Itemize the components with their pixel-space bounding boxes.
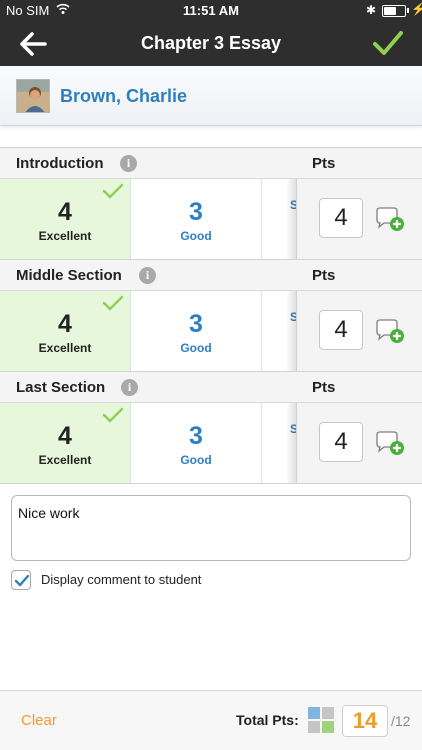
total-points-max: /12 [391, 713, 411, 729]
rubric: Introduction i Pts 4 Excellent 3 Good S … [0, 147, 422, 485]
level-score: 3 [189, 422, 203, 450]
criterion-middle-section: Middle Section i Pts 4 Excellent 3 Good … [0, 260, 422, 372]
add-comment-icon[interactable] [375, 431, 405, 457]
total-points-value: 14 [342, 705, 388, 737]
points-input[interactable]: 4 [319, 198, 363, 238]
level-excellent[interactable]: 4 Excellent [0, 403, 131, 483]
scroll-shadow [286, 403, 296, 483]
level-score: 4 [58, 422, 72, 450]
selected-check-icon [102, 183, 124, 199]
info-icon[interactable]: i [121, 379, 138, 396]
level-good[interactable]: 3 Good [131, 403, 262, 483]
battery-tip [407, 8, 409, 13]
total-pts-label: Total Pts: [236, 712, 299, 728]
level-label: Good [180, 229, 212, 243]
criterion-title: Last Section [16, 379, 106, 396]
criterion-header: Last Section i Pts [0, 372, 422, 403]
points-cell: 4 [296, 179, 422, 259]
display-comment-label: Display comment to student [41, 572, 202, 587]
level-label: Excellent [38, 229, 92, 243]
avatar-photo-icon [17, 80, 49, 112]
level-good[interactable]: 3 Good [131, 291, 262, 371]
level-excellent[interactable]: 4 Excellent [0, 179, 131, 259]
selected-check-icon [102, 407, 124, 423]
level-good[interactable]: 3 Good [131, 179, 262, 259]
scroll-shadow [286, 291, 296, 371]
level-label: Excellent [38, 453, 92, 467]
charging-bolt-icon: ⚡ [411, 2, 422, 16]
level-score: 4 [58, 310, 72, 338]
level-score: 3 [189, 198, 203, 226]
criterion-levels: 4 Excellent 3 Good S 4 [0, 403, 422, 484]
clear-button[interactable]: Clear [21, 712, 57, 729]
points-input[interactable]: 4 [319, 422, 363, 462]
checkmark-icon[interactable] [372, 28, 404, 58]
points-input[interactable]: 4 [319, 310, 363, 350]
criterion-last-section: Last Section i Pts 4 Excellent 3 Good S … [0, 372, 422, 484]
level-label: Good [180, 453, 212, 467]
criterion-levels: 4 Excellent 3 Good S 4 [0, 291, 422, 372]
display-comment-checkbox[interactable] [11, 570, 31, 590]
selected-check-icon [102, 295, 124, 311]
criterion-header: Introduction i Pts [0, 148, 422, 179]
footer-bar: Clear Total Pts: 14 /12 [0, 690, 422, 750]
info-icon[interactable]: i [139, 267, 156, 284]
battery-icon [382, 5, 406, 17]
level-label: Excellent [38, 341, 92, 355]
level-excellent[interactable]: 4 Excellent [0, 291, 131, 371]
level-label: Good [180, 341, 212, 355]
pts-header: Pts [312, 379, 336, 396]
status-bar: No SIM 11:51 AM ✱ ⚡ [0, 0, 422, 22]
add-comment-icon[interactable] [375, 207, 405, 233]
navigation-bar: Chapter 3 Essay [0, 22, 422, 66]
student-header: Brown, Charlie [0, 66, 422, 126]
clock: 11:51 AM [183, 3, 239, 18]
grid-view-icon[interactable] [308, 707, 334, 733]
points-cell: 4 [296, 291, 422, 371]
page-title: Chapter 3 Essay [140, 33, 282, 53]
level-score: 4 [58, 198, 72, 226]
criterion-levels: 4 Excellent 3 Good S 4 [0, 179, 422, 260]
comment-textarea[interactable]: Nice work [11, 495, 411, 561]
student-name[interactable]: Brown, Charlie [60, 86, 187, 107]
scroll-shadow [286, 179, 296, 259]
points-cell: 4 [296, 403, 422, 483]
pts-header: Pts [312, 267, 336, 284]
criterion-title: Introduction [16, 155, 104, 172]
criterion-introduction: Introduction i Pts 4 Excellent 3 Good S … [0, 148, 422, 260]
checkbox-check-icon [14, 574, 30, 587]
criterion-title: Middle Section [16, 267, 122, 284]
criterion-header: Middle Section i Pts [0, 260, 422, 291]
pts-header: Pts [312, 155, 336, 172]
bluetooth-icon: ✱ [366, 3, 377, 17]
info-icon[interactable]: i [120, 155, 137, 172]
add-comment-icon[interactable] [375, 319, 405, 345]
level-score: 3 [189, 310, 203, 338]
avatar[interactable] [16, 79, 50, 113]
